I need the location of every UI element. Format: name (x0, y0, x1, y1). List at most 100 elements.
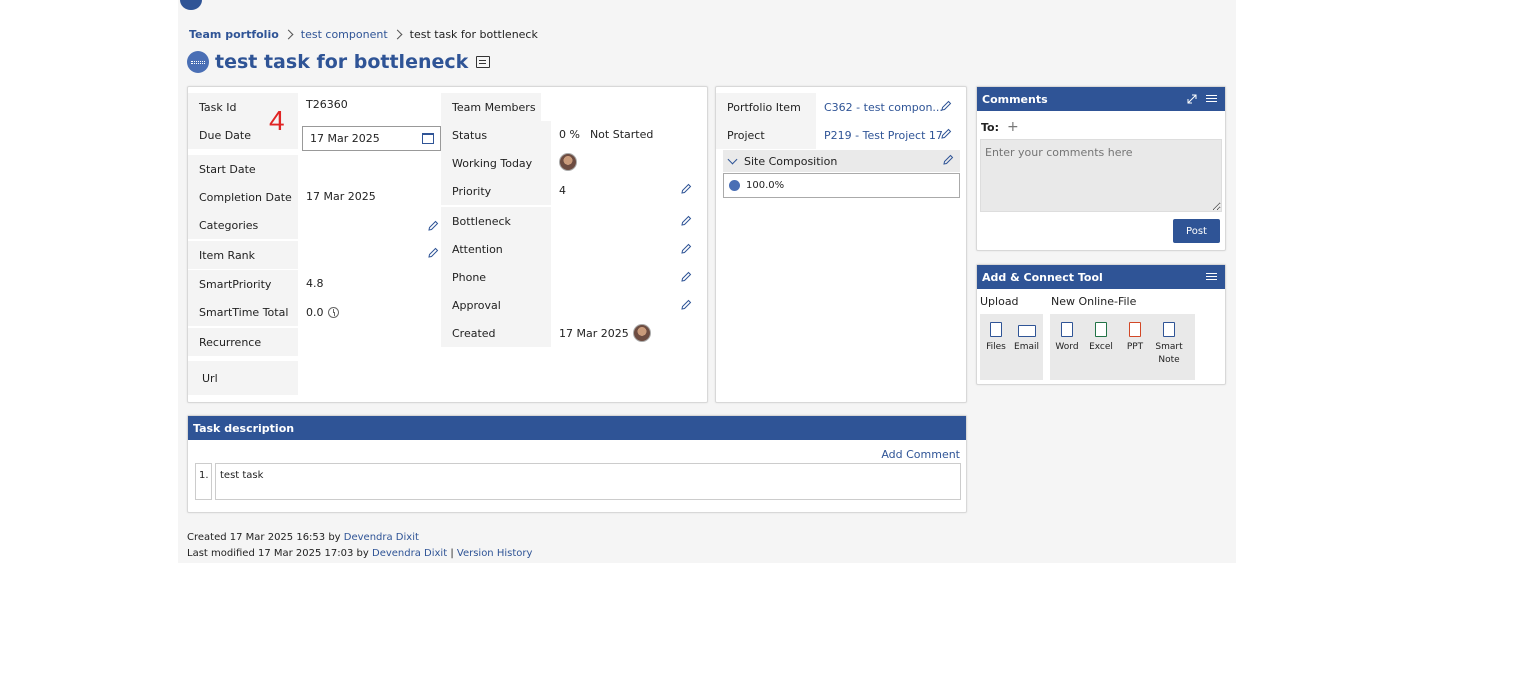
edit-project-icon[interactable] (940, 128, 952, 140)
breadcrumb-team-portfolio[interactable]: Team portfolio (189, 28, 279, 41)
upload-label: Upload (980, 295, 1019, 308)
field-team-members: Team Members (441, 93, 541, 121)
upload-tools: Files Email (980, 314, 1043, 380)
smartpriority-value: 4.8 (306, 276, 324, 290)
portfolio-panel: Portfolio Item C362 - test compon... Pro… (715, 86, 967, 403)
new-smart-note-button[interactable]: Smart Note (1155, 322, 1183, 380)
site-composition-label: Site Composition (744, 154, 838, 168)
edit-attention-icon[interactable] (680, 243, 692, 255)
expand-icon[interactable] (1187, 94, 1197, 104)
tool-label: Excel (1089, 342, 1113, 352)
new-word-button[interactable]: Word (1054, 322, 1080, 380)
project-link[interactable]: P219 - Test Project 17 (816, 121, 943, 149)
add-connect-panel: Add & Connect Tool Upload New Online-Fil… (976, 264, 1226, 385)
smarttime-value-wrap: 0.0 (298, 298, 339, 326)
site-composition-header[interactable]: Site Composition (723, 150, 960, 172)
field-completion-date: Completion Date 17 Mar 2025 (188, 183, 448, 211)
menu-icon[interactable] (1206, 95, 1217, 96)
breadcrumb-test-component[interactable]: test component (301, 28, 388, 41)
field-label: Project (716, 121, 816, 149)
upload-email-button[interactable]: Email (1014, 322, 1039, 380)
status-text: Not Started (589, 127, 654, 141)
to-row: To: + (981, 119, 1019, 135)
new-online-file-label: New Online-File (1051, 295, 1137, 308)
overlay-number: 4 (269, 105, 285, 136)
field-working-today: Working Today (441, 149, 701, 177)
modified-info: Last modified 17 Mar 2025 17:03 by Deven… (187, 548, 532, 559)
field-project: Project P219 - Test Project 17 (716, 121, 966, 149)
field-attention: Attention (441, 235, 551, 263)
description-text[interactable]: test task (215, 463, 961, 500)
add-recipient-icon[interactable]: + (1007, 119, 1019, 135)
upload-files-button[interactable]: Files (984, 322, 1008, 380)
breadcrumb-separator-icon (392, 29, 403, 40)
field-label: SmartPriority (188, 270, 298, 298)
chevron-down-icon (727, 154, 738, 164)
breadcrumb-current: test task for bottleneck (409, 28, 538, 41)
field-label: Portfolio Item (716, 93, 816, 121)
to-label: To: (981, 120, 999, 134)
comments-panel: Comments To: + Post (976, 86, 1226, 251)
field-label: SmartTime Total (188, 298, 298, 326)
new-ppt-button[interactable]: PPT (1122, 322, 1148, 380)
field-label: Start Date (188, 155, 298, 183)
modified-by-link[interactable]: Devendra Dixit (372, 548, 447, 559)
edit-categories-icon[interactable] (427, 220, 439, 232)
menu-icon[interactable] (1206, 273, 1217, 274)
site-composition-value: 100.0% (746, 180, 785, 191)
edit-priority-icon[interactable] (680, 183, 692, 195)
field-smarttime-total: SmartTime Total 0.0 (188, 298, 448, 326)
field-label: Item Rank (188, 241, 298, 269)
edit-approval-icon[interactable] (680, 299, 692, 311)
field-label: Completion Date (188, 183, 298, 211)
note-icon (1163, 322, 1175, 337)
field-label: Team Members (441, 93, 541, 121)
version-history-link[interactable]: Version History (457, 548, 533, 559)
edit-item-rank-icon[interactable] (427, 247, 439, 259)
field-phone: Phone (441, 263, 551, 291)
tool-label: Files (986, 342, 1006, 352)
smarttime-value: 0.0 (306, 305, 324, 319)
created-by-link[interactable]: Devendra Dixit (344, 532, 419, 543)
field-smartpriority: SmartPriority 4.8 (188, 270, 448, 298)
portfolio-item-link[interactable]: C362 - test compon... (816, 93, 943, 121)
field-approval: Approval (441, 291, 551, 319)
breadcrumb: Team portfolio test component test task … (189, 28, 538, 41)
task-description-panel: Task description Add Comment 1. test tas… (187, 415, 967, 513)
due-date-input[interactable]: 17 Mar 2025 (302, 126, 441, 151)
new-excel-button[interactable]: Excel (1088, 322, 1114, 380)
footer-separator: | (450, 548, 454, 559)
avatar[interactable] (632, 324, 651, 342)
field-created: Created 17 Mar 2025 (441, 319, 701, 347)
comments-title: Comments (982, 92, 1048, 106)
field-recurrence: Recurrence (188, 328, 298, 356)
email-icon (1017, 325, 1036, 337)
online-tools: Word Excel PPT Smart Note (1050, 314, 1195, 380)
powerpoint-icon (1129, 322, 1141, 337)
calendar-icon[interactable] (422, 133, 434, 144)
field-label: Categories (188, 211, 298, 239)
field-label: Phone (441, 263, 551, 291)
clock-icon[interactable] (327, 306, 339, 318)
comments-header: Comments (977, 87, 1225, 111)
working-today-value (551, 148, 577, 176)
comment-input[interactable] (980, 139, 1222, 212)
edit-portfolio-item-icon[interactable] (940, 100, 952, 112)
post-button[interactable]: Post (1173, 219, 1220, 243)
avatar[interactable] (559, 153, 577, 171)
edit-site-composition-icon[interactable] (942, 154, 954, 166)
edit-bottleneck-icon[interactable] (680, 215, 692, 227)
created-info: Created 17 Mar 2025 16:53 by Devendra Di… (187, 532, 419, 543)
status-value-wrap[interactable]: 0 % Not Started (551, 120, 653, 148)
edit-title-icon[interactable] (476, 56, 491, 68)
edit-phone-icon[interactable] (680, 271, 692, 283)
created-prefix: Created 17 Mar 2025 16:53 by (187, 532, 341, 543)
field-start-date: Start Date (188, 155, 298, 183)
field-label: Status (441, 121, 551, 149)
file-icon (990, 322, 1002, 337)
field-status: Status 0 % Not Started (441, 121, 701, 149)
field-bottleneck: Bottleneck (441, 207, 551, 235)
field-label: Working Today (441, 149, 551, 177)
site-logo-icon (729, 180, 740, 191)
add-comment-link[interactable]: Add Comment (881, 448, 960, 461)
